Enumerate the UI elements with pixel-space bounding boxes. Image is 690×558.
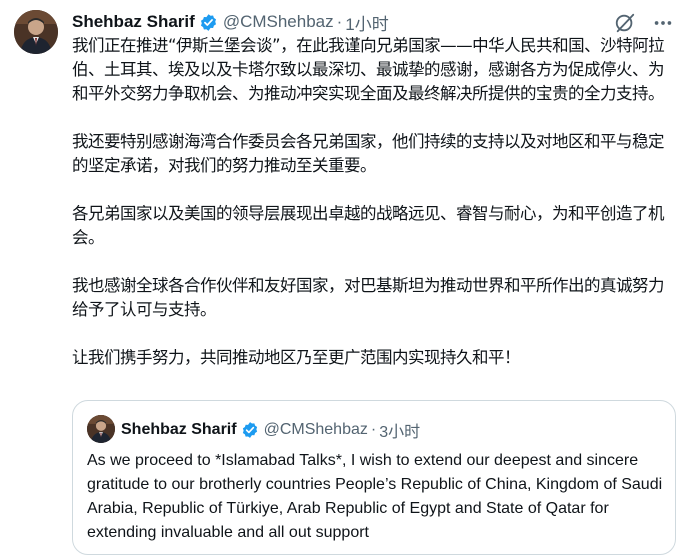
quoted-tweet[interactable]: Shehbaz Sharif @CMShehbaz · 3小时 As we pr… [72, 400, 676, 555]
more-icon[interactable] [650, 10, 676, 36]
tweet-header: Shehbaz Sharif @CMShehbaz · 1小时 [72, 10, 389, 34]
timestamp[interactable]: 1小时 [345, 10, 388, 35]
quoted-avatar[interactable] [87, 415, 115, 443]
verified-badge-icon [241, 421, 259, 439]
tweet-text: 我们正在推进“伊斯兰堡会谈”，在此我谨向兄弟国家——中华人民共和国、沙特阿拉伯、… [72, 34, 676, 394]
quoted-text: As we proceed to *Islamabad Talks*, I wi… [87, 452, 663, 541]
quoted-author-name: Shehbaz Sharif [121, 421, 237, 438]
tweet-actions [612, 10, 676, 36]
quoted-header: Shehbaz Sharif @CMShehbaz · 3小时 [121, 418, 420, 442]
quoted-author-handle: @CMShehbaz [263, 421, 368, 438]
quoted-timestamp: 3小时 [379, 424, 421, 441]
separator-dot: · [336, 12, 343, 31]
tweet-paragraph: 我们正在推进“伊斯兰堡会谈”，在此我谨向兄弟国家——中华人民共和国、沙特阿拉伯、… [72, 36, 665, 103]
tweet-paragraph: 我还要特别感谢海湾合作委员会各兄弟国家，他们持续的支持以及对地区和平与稳定的坚定… [72, 132, 665, 175]
author-handle[interactable]: @CMShehbaz [223, 12, 334, 32]
tweet-paragraph: 各兄弟国家以及美国的领导层展现出卓越的战略远见、睿智与耐心，为和平创造了机会。 [72, 204, 665, 247]
separator-dot: · [370, 421, 377, 438]
avatar[interactable] [14, 10, 58, 54]
tweet-paragraph: 让我们携手努力，共同推动地区乃至更广范围内实现持久和平！ [72, 348, 521, 367]
grok-icon[interactable] [612, 10, 638, 36]
tweet-paragraph: 我也感谢全球各合作伙伴和友好国家，对巴基斯坦为推动世界和平所作出的真诚努力给予了… [72, 276, 665, 319]
verified-badge-icon [199, 13, 218, 32]
author-name[interactable]: Shehbaz Sharif [72, 12, 195, 32]
tweet: Shehbaz Sharif @CMShehbaz · 1小时 我们正在推进“伊… [0, 0, 690, 558]
